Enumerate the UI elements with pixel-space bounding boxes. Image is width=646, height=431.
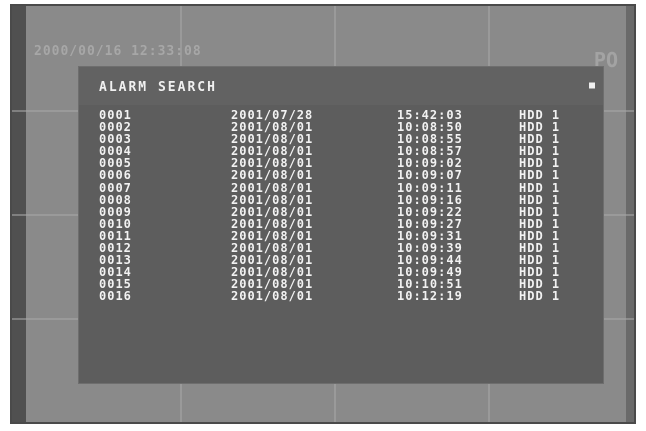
background-timestamp: 2000/00/16 12:33:08 bbox=[34, 44, 202, 59]
alarm-date: 2001/08/01 bbox=[231, 192, 314, 207]
alarm-row[interactable]: 0007 2001/08/01 10:09:11 HDD 1 bbox=[99, 182, 599, 194]
alarm-id: 0016 bbox=[99, 289, 132, 304]
alarm-time: 10:09:07 bbox=[397, 168, 463, 183]
alarm-device: HDD 1 bbox=[519, 192, 561, 207]
alarm-time: 10:12:19 bbox=[397, 289, 463, 304]
alarm-row[interactable]: 0006 2001/08/01 10:09:07 HDD 1 bbox=[99, 169, 599, 181]
dvr-screen: 2000/00/16 12:33:08 PO ALARM SEARCH ■ 00… bbox=[10, 4, 636, 424]
alarm-date: 2001/08/01 bbox=[231, 180, 314, 195]
alarm-list: 0001 2001/07/28 15:42:03 HDD 1 0002 2001/08/0… bbox=[99, 109, 599, 303]
alarm-id: 0007 bbox=[99, 180, 132, 195]
alarm-id: 0006 bbox=[99, 168, 132, 183]
alarm-date: 2001/08/01 bbox=[231, 289, 314, 304]
alarm-search-panel: ALARM SEARCH ■ 0001 2001/07/28 15:42:03 HDD… bbox=[78, 66, 604, 384]
alarm-id: 0008 bbox=[99, 192, 132, 207]
alarm-device: HDD 1 bbox=[519, 180, 561, 195]
panel-title: ALARM SEARCH bbox=[99, 80, 217, 95]
alarm-row[interactable]: 0008 2001/08/01 10:09:16 HDD 1 bbox=[99, 194, 599, 206]
alarm-row[interactable]: 0016 2001/08/01 10:12:19 HDD 1 bbox=[99, 290, 599, 302]
alarm-time: 10:09:11 bbox=[397, 180, 463, 195]
alarm-date: 2001/08/01 bbox=[231, 168, 314, 183]
panel-header: ALARM SEARCH ■ bbox=[79, 67, 603, 105]
alarm-device: HDD 1 bbox=[519, 289, 561, 304]
close-icon[interactable]: ■ bbox=[587, 81, 597, 91]
alarm-time: 10:09:16 bbox=[397, 192, 463, 207]
alarm-device: HDD 1 bbox=[519, 168, 561, 183]
